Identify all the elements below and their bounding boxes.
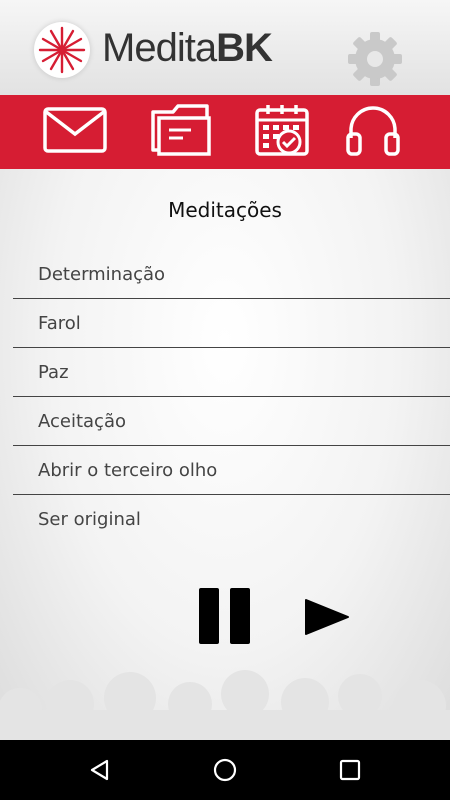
system-nav-bar (0, 740, 450, 800)
app-title: MeditaBK (102, 26, 273, 71)
list-item[interactable]: Ser original (13, 495, 450, 544)
headphones-icon (343, 102, 403, 162)
play-icon (304, 599, 350, 640)
gear-icon[interactable] (346, 30, 404, 88)
play-button[interactable] (304, 598, 350, 636)
files-button[interactable] (146, 103, 216, 161)
meditation-list: Determinação Farol Paz Aceitação Abrir o… (13, 250, 450, 544)
app-header: MeditaBK (0, 0, 450, 95)
cloud-decoration (0, 670, 450, 740)
calendar-icon (253, 102, 311, 162)
pause-button[interactable] (199, 588, 251, 644)
calendar-button[interactable] (247, 103, 317, 161)
audio-button[interactable] (338, 103, 408, 161)
list-item[interactable]: Paz (13, 348, 450, 397)
home-icon[interactable] (213, 758, 237, 782)
folder-icon (149, 102, 213, 162)
back-icon[interactable] (88, 758, 112, 782)
app-title-bold: BK (216, 26, 273, 70)
list-item[interactable]: Determinação (13, 250, 450, 299)
list-item[interactable]: Abrir o terceiro olho (13, 446, 450, 495)
meditabk-logo (34, 22, 90, 78)
recents-icon[interactable] (338, 758, 362, 782)
toolbar (0, 95, 450, 169)
list-item[interactable]: Aceitação (13, 397, 450, 446)
list-item[interactable]: Farol (13, 299, 450, 348)
envelope-icon (42, 106, 108, 158)
messages-button[interactable] (40, 103, 110, 161)
app-title-regular: Medita (102, 26, 217, 70)
page-title: Meditações (168, 198, 282, 222)
